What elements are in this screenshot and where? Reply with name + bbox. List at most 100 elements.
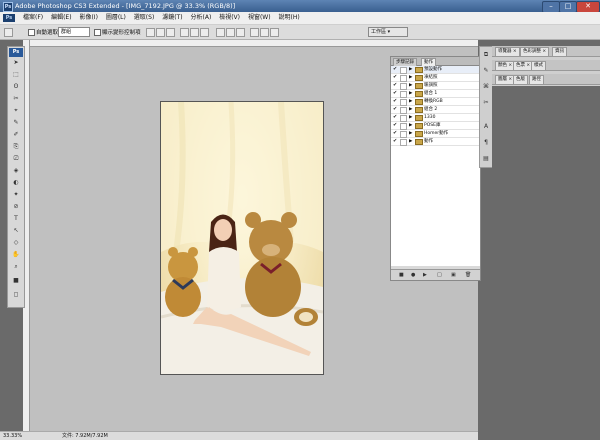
tab-channels[interactable]: 色版 <box>513 75 528 84</box>
align-middle-icon[interactable] <box>156 28 165 37</box>
tab-histogram[interactable]: 色彩調整 × <box>520 47 550 56</box>
align-right-icon[interactable] <box>200 28 209 37</box>
distribute-bottom-icon[interactable] <box>236 28 245 37</box>
record-icon[interactable]: ● <box>411 272 415 278</box>
trash-icon[interactable]: 🗑 <box>465 272 471 278</box>
workspace-dropdown[interactable]: 工作區 ▾ <box>368 27 408 37</box>
clone-source-icon[interactable]: ✂ <box>482 99 490 107</box>
tab-actions[interactable]: 動作 <box>421 58 436 66</box>
gradient-tool-icon[interactable]: ◐ <box>10 179 22 187</box>
expand-triangle-icon[interactable]: ▶ <box>409 122 412 129</box>
slice-tool-icon[interactable]: ⌖ <box>10 107 22 115</box>
expand-triangle-icon[interactable]: ▶ <box>409 106 412 113</box>
menu-edit[interactable]: 編輯(E) <box>48 12 74 24</box>
expand-triangle-icon[interactable]: ▶ <box>409 82 412 89</box>
crop-tool-icon[interactable]: ✂ <box>10 95 22 103</box>
expand-triangle-icon[interactable]: ▶ <box>409 74 412 81</box>
list-item[interactable]: ✔ ▶ 組合 1 <box>391 90 480 98</box>
move-tool-icon[interactable] <box>4 28 13 37</box>
foreground-color-swatch[interactable]: ■ <box>10 277 22 285</box>
brush-tool-icon[interactable]: ✐ <box>10 131 22 139</box>
dialog-toggle[interactable] <box>400 115 407 122</box>
list-item[interactable]: ✔ ▶ 轉換RGB <box>391 98 480 106</box>
menu-file[interactable]: 檔案(F) <box>20 12 46 24</box>
list-item[interactable]: ✔ ▶ 暖調照 <box>391 82 480 90</box>
align-left-icon[interactable] <box>180 28 189 37</box>
clone-stamp-icon[interactable]: ⎘ <box>10 143 22 151</box>
menu-analysis[interactable]: 分析(A) <box>188 12 215 24</box>
list-item[interactable]: ✔ ▶ 組合 2 <box>391 106 480 114</box>
check-icon[interactable]: ✔ <box>393 131 398 136</box>
new-set-icon[interactable]: □ <box>437 272 442 278</box>
distribute-right-icon[interactable] <box>270 28 279 37</box>
distribute-center-icon[interactable] <box>260 28 269 37</box>
dialog-toggle[interactable] <box>400 67 407 74</box>
check-icon[interactable]: ✔ <box>393 83 398 88</box>
align-center-icon[interactable] <box>190 28 199 37</box>
dialog-toggle[interactable] <box>400 131 407 138</box>
list-item[interactable]: ✔ ▶ 凍結照 <box>391 74 480 82</box>
expand-triangle-icon[interactable]: ▶ <box>409 114 412 121</box>
tab-paths[interactable]: 路徑 <box>529 75 544 84</box>
quick-mask-icon[interactable]: ◻ <box>10 291 22 299</box>
eraser-tool-icon[interactable]: ◈ <box>10 167 22 175</box>
expand-triangle-icon[interactable]: ▶ <box>409 66 412 73</box>
check-icon[interactable]: ✔ <box>393 139 398 144</box>
menu-image[interactable]: 影像(I) <box>76 12 100 24</box>
distribute-top-icon[interactable] <box>216 28 225 37</box>
document-image[interactable] <box>160 101 324 375</box>
check-icon[interactable]: ✔ <box>393 115 398 120</box>
tab-styles[interactable]: 樣式 <box>531 61 546 70</box>
stop-icon[interactable]: ■ <box>399 272 404 278</box>
check-icon[interactable]: ✔ <box>393 107 398 112</box>
list-item[interactable]: ✔ ▶ POSE庫 <box>391 122 480 130</box>
dodge-tool-icon[interactable]: ⊘ <box>10 203 22 211</box>
path-selection-icon[interactable]: ↖ <box>10 227 22 235</box>
menu-help[interactable]: 說明(H) <box>275 12 302 24</box>
menu-select[interactable]: 選取(S) <box>131 12 158 24</box>
dialog-toggle[interactable] <box>400 99 407 106</box>
list-item[interactable]: ✔ ▶ 預設動作 <box>391 66 480 74</box>
expand-triangle-icon[interactable]: ▶ <box>409 130 412 137</box>
check-icon[interactable]: ✔ <box>393 99 398 104</box>
check-icon[interactable]: ✔ <box>393 75 398 80</box>
shape-tool-icon[interactable]: ◇ <box>10 239 22 247</box>
auto-select-checkbox[interactable] <box>28 29 35 36</box>
dialog-toggle[interactable] <box>400 139 407 146</box>
list-item[interactable]: ✔ ▶ 動作 <box>391 138 480 146</box>
tab-navigator[interactable]: 導覽器 × <box>495 47 520 56</box>
marquee-tool-icon[interactable]: ⬚ <box>10 71 22 79</box>
type-tool-icon[interactable]: T <box>10 215 22 223</box>
layer-comps-icon[interactable]: ▤ <box>482 155 490 163</box>
brush-preset-icon[interactable]: ✎ <box>482 67 490 75</box>
healing-brush-icon[interactable]: ✎ <box>10 119 22 127</box>
check-icon[interactable]: ✔ <box>393 123 398 128</box>
dialog-toggle[interactable] <box>400 83 407 90</box>
menu-view[interactable]: 檢視(V) <box>216 12 243 24</box>
menu-window[interactable]: 視窗(W) <box>245 12 274 24</box>
auto-select-dropdown[interactable]: 群組 <box>58 27 90 37</box>
tab-info[interactable]: 資訊 <box>552 47 567 56</box>
dialog-toggle[interactable] <box>400 123 407 130</box>
new-action-icon[interactable]: ▣ <box>451 272 456 278</box>
zoom-tool-icon[interactable]: ⌕ <box>10 263 22 271</box>
list-item[interactable]: ✔ ▶ Homer動作 <box>391 130 480 138</box>
dialog-toggle[interactable] <box>400 107 407 114</box>
expand-triangle-icon[interactable]: ▶ <box>409 138 412 145</box>
tab-history[interactable]: 步驟記錄 <box>393 58 417 66</box>
list-item[interactable]: ✔ ▶ 1330 <box>391 114 480 122</box>
distribute-middle-icon[interactable] <box>226 28 235 37</box>
character-icon[interactable]: A <box>482 123 490 131</box>
play-icon[interactable]: ▶ <box>423 272 427 278</box>
history-brush-icon[interactable]: ⎚ <box>10 155 22 163</box>
expand-triangle-icon[interactable]: ▶ <box>409 90 412 97</box>
navigator-icon[interactable]: ⧉ <box>482 51 490 59</box>
expand-triangle-icon[interactable]: ▶ <box>409 98 412 105</box>
blur-tool-icon[interactable]: ✦ <box>10 191 22 199</box>
menu-filter[interactable]: 濾鏡(T) <box>159 12 185 24</box>
show-transform-checkbox[interactable] <box>94 29 101 36</box>
align-top-icon[interactable] <box>146 28 155 37</box>
align-bottom-icon[interactable] <box>166 28 175 37</box>
paragraph-icon[interactable]: ¶ <box>482 139 490 147</box>
check-icon[interactable]: ✔ <box>393 67 398 72</box>
